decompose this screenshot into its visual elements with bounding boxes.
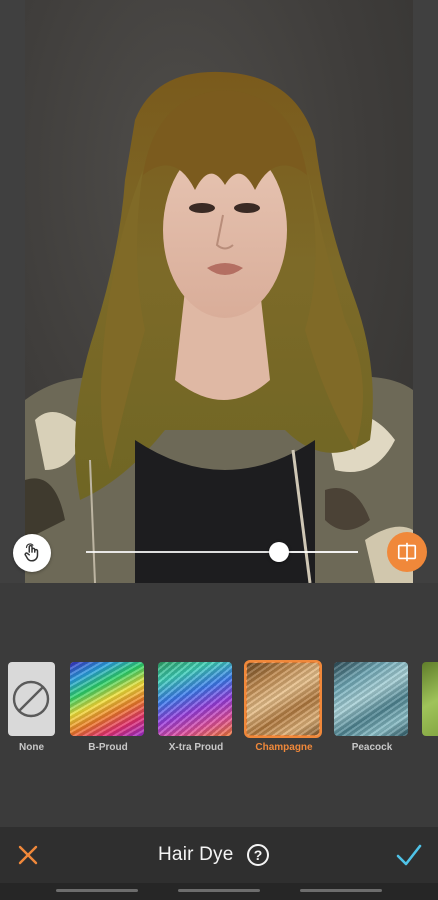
portrait-photo bbox=[25, 0, 413, 583]
close-x-icon bbox=[18, 845, 38, 865]
hand-touch-icon bbox=[24, 543, 39, 562]
hair-color-swatch-list: None B-Proud X-tra Proud Champagne Peaco… bbox=[0, 660, 438, 762]
intensity-slider-thumb[interactable] bbox=[269, 542, 289, 562]
system-nav-bar bbox=[0, 883, 438, 900]
intensity-slider-track[interactable] bbox=[86, 551, 358, 553]
swatch-none-thumb bbox=[8, 662, 55, 736]
checkmark-icon bbox=[396, 844, 422, 866]
confirm-button[interactable] bbox=[395, 842, 423, 868]
swatch-label: Peacock bbox=[351, 742, 393, 753]
nav-pill bbox=[300, 889, 382, 892]
swatch-b-proud[interactable]: B-Proud bbox=[70, 662, 146, 753]
portrait-illustration bbox=[25, 71, 413, 583]
nav-pill bbox=[56, 889, 138, 892]
page-title: Hair Dye bbox=[158, 844, 234, 865]
close-button[interactable] bbox=[16, 843, 40, 867]
swatch-peacock[interactable]: Peacock bbox=[334, 662, 410, 753]
swatch-champagne-thumb bbox=[244, 660, 322, 738]
help-button[interactable]: ? bbox=[247, 844, 269, 866]
compare-split-icon bbox=[397, 542, 417, 562]
swatch-partial[interactable] bbox=[422, 662, 438, 736]
question-circle-icon: ? bbox=[253, 847, 263, 863]
swatch-champagne[interactable]: Champagne bbox=[244, 660, 322, 753]
swatch-x-tra-proud[interactable]: X-tra Proud bbox=[158, 662, 234, 753]
swatch-label: None bbox=[19, 742, 44, 753]
swatch-peacock-thumb bbox=[334, 662, 408, 736]
swatch-partial-thumb bbox=[422, 662, 438, 736]
bottom-toolbar: Hair Dye ? bbox=[0, 827, 438, 883]
swatch-label: B-Proud bbox=[88, 742, 128, 753]
nav-pill bbox=[178, 889, 260, 892]
swatch-x-tra-proud-thumb bbox=[158, 662, 232, 736]
photo-canvas[interactable] bbox=[0, 0, 438, 583]
compare-button[interactable] bbox=[387, 532, 427, 572]
swatch-b-proud-thumb bbox=[70, 662, 144, 736]
swatch-label: Champagne bbox=[255, 742, 313, 753]
hand-touch-button[interactable] bbox=[13, 534, 51, 572]
swatch-label: X-tra Proud bbox=[168, 742, 224, 753]
no-color-icon bbox=[12, 680, 50, 718]
